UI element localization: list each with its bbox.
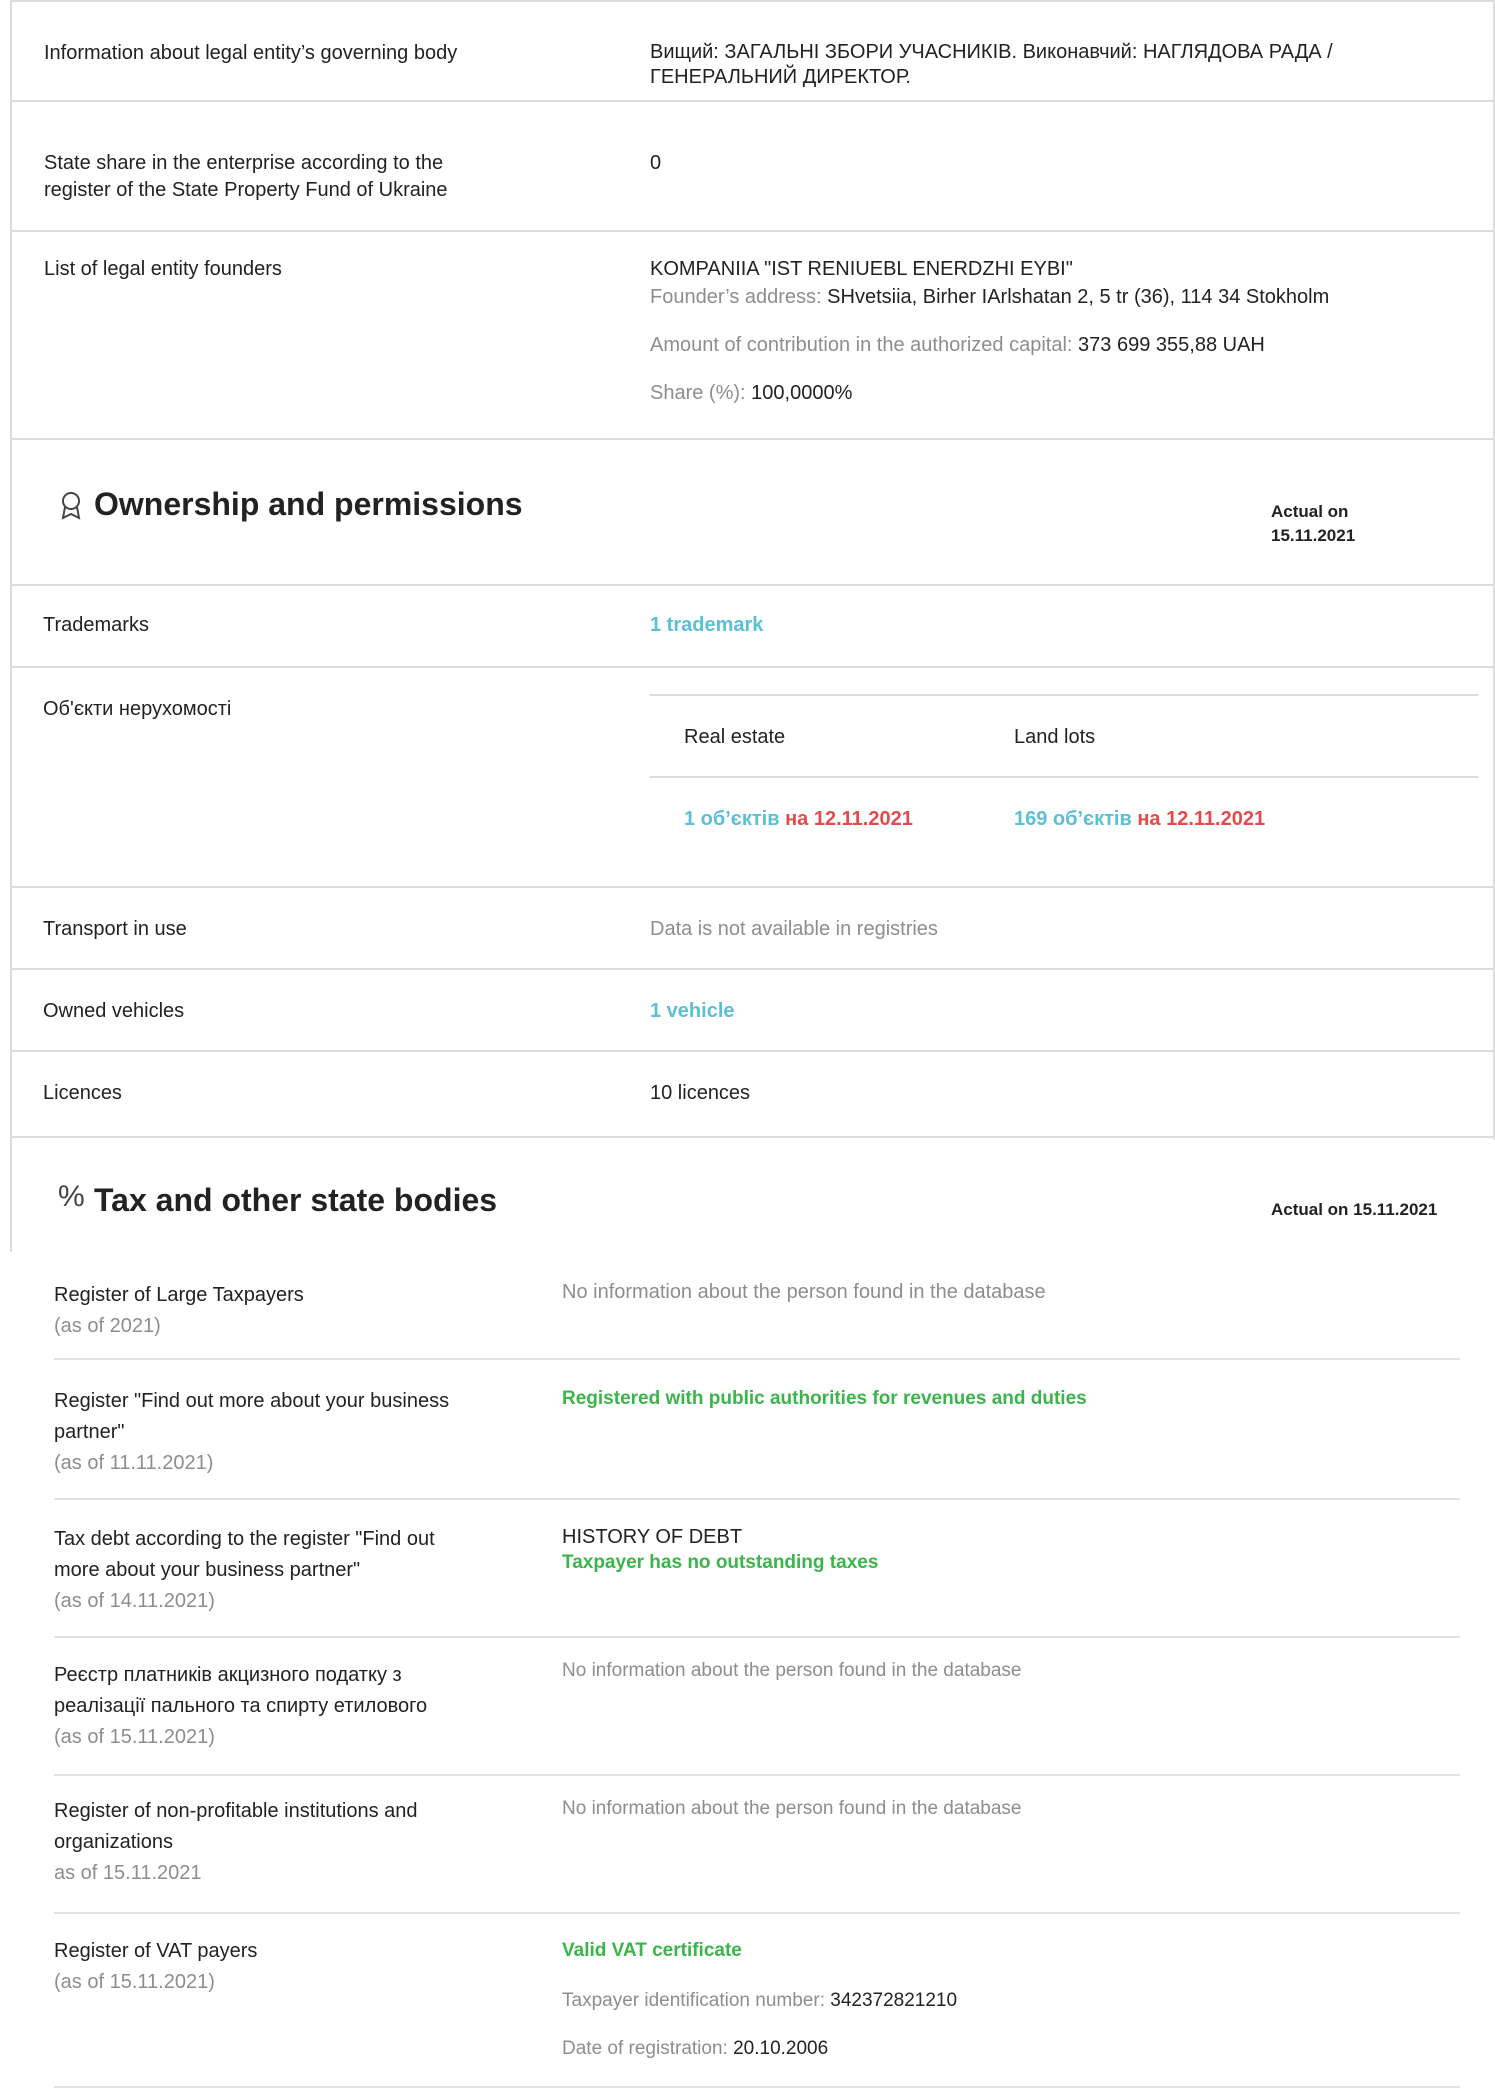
vehicles-link[interactable]: 1 vehicle bbox=[650, 998, 735, 1025]
vehicles-label: Owned vehicles bbox=[43, 1000, 185, 1022]
business-partner-label-line1: Register "Find out more about your busin… bbox=[54, 1390, 450, 1412]
tax-debt-label-line1: Tax debt according to the register "Find… bbox=[54, 1528, 435, 1550]
vat-register-row: Register of VAT payers (as of 15.11.2021… bbox=[54, 1914, 1460, 2088]
vehicles-row: Owned vehicles 1 vehicle bbox=[10, 970, 1495, 1052]
founder-contribution: Amount of contribution in the authorized… bbox=[650, 332, 1265, 359]
trademarks-row: Trademarks 1 trademark bbox=[10, 586, 1495, 668]
nonprofit-register-label-line2: organizations bbox=[54, 1831, 173, 1853]
contribution-label: Amount of contribution in the authorized… bbox=[650, 334, 1073, 356]
vat-date-value: 20.10.2006 bbox=[733, 2038, 829, 2059]
large-taxpayers-label-block: Register of Large Taxpayers (as of 2021) bbox=[54, 1280, 524, 1342]
founders-label: List of legal entity founders bbox=[44, 258, 282, 280]
business-partner-value: Registered with public authorities for r… bbox=[562, 1388, 1087, 1409]
governing-body-row: Information about legal entity’s governi… bbox=[10, 10, 1495, 102]
tax-debt-asof: (as of 14.11.2021) bbox=[54, 1590, 215, 1612]
governing-body-line2: ГЕНЕРАЛЬНИЙ ДИРЕКТОР. bbox=[650, 66, 911, 88]
state-share-label-line1: State share in the enterprise according … bbox=[44, 152, 444, 174]
nonprofit-register-asof: as of 15.11.2021 bbox=[54, 1862, 202, 1884]
business-partner-label-line2: partner" bbox=[54, 1421, 125, 1443]
vat-register-label-block: Register of VAT payers (as of 15.11.2021… bbox=[54, 1936, 524, 1998]
tax-debt-row: Tax debt according to the register "Find… bbox=[54, 1500, 1460, 1638]
excise-register-label-line1: Реєстр платників акцизного податку з bbox=[54, 1664, 402, 1686]
licences-row: Licences 10 licences bbox=[10, 1052, 1495, 1138]
tax-actual-date: Actual on 15.11.2021 bbox=[1271, 1200, 1438, 1219]
tax-debt-value: Taxpayer has no outstanding taxes bbox=[562, 1552, 879, 1573]
real-estate-mid-divider bbox=[650, 776, 1478, 778]
large-taxpayers-label: Register of Large Taxpayers bbox=[54, 1284, 304, 1306]
share-label: Share (%): bbox=[650, 382, 746, 404]
ownership-actual-date: Actual on 15.11.2021 bbox=[1271, 500, 1355, 548]
business-partner-label-block: Register "Find out more about your busin… bbox=[54, 1386, 524, 1479]
nonprofit-register-label-block: Register of non-profitable institutions … bbox=[54, 1796, 524, 1889]
state-share-value: 0 bbox=[650, 152, 662, 174]
large-taxpayers-value: No information about the person found in… bbox=[562, 1281, 1046, 1303]
tax-debt-label-block: Tax debt according to the register "Find… bbox=[54, 1524, 524, 1617]
nonprofit-register-label-line1: Register of non-profitable institutions … bbox=[54, 1800, 418, 1822]
real-estate-col-header: Real estate bbox=[684, 726, 786, 748]
founder-address-value: SHvetsiia, Birher IArlshatan 2, 5 tr (36… bbox=[827, 286, 1330, 308]
company-profile-page: Information about legal entity’s governi… bbox=[0, 0, 1495, 2096]
real-estate-label: Об'єкти нерухомості bbox=[43, 698, 232, 720]
award-icon bbox=[58, 490, 84, 527]
ownership-section-header: Ownership and permissions Actual on 15.1… bbox=[10, 440, 1495, 586]
licences-label: Licences bbox=[43, 1082, 122, 1104]
land-lots-count-cell[interactable]: 169 об’єктів на 12.11.2021 bbox=[1014, 806, 1265, 833]
vat-register-label: Register of VAT payers bbox=[54, 1940, 258, 1962]
real-estate-count-cell[interactable]: 1 об’єктів на 12.11.2021 bbox=[684, 806, 913, 833]
land-lots-col-header: Land lots bbox=[1014, 726, 1096, 748]
share-value: 100,0000% bbox=[751, 382, 853, 404]
founder-name: KOMPANIIA "IST RENIUEBL ENERDZHI EYBI" bbox=[650, 258, 1073, 280]
business-partner-asof: (as of 11.11.2021) bbox=[54, 1452, 214, 1474]
debt-history-title: HISTORY OF DEBT bbox=[562, 1526, 743, 1548]
large-taxpayers-asof: (as of 2021) bbox=[54, 1315, 161, 1337]
large-taxpayers-row: Register of Large Taxpayers (as of 2021)… bbox=[54, 1264, 1460, 1360]
contribution-value: 373 699 355,88 UAH bbox=[1078, 334, 1265, 356]
licences-value: 10 licences bbox=[650, 1082, 751, 1104]
founder-share: Share (%): 100,0000% bbox=[650, 380, 852, 407]
transport-value: Data is not available in registries bbox=[650, 918, 938, 940]
trademarks-label: Trademarks bbox=[43, 614, 149, 636]
real-estate-row: Об'єкти нерухомості Real estate Land lot… bbox=[10, 668, 1495, 888]
ownership-title: Ownership and permissions bbox=[94, 486, 523, 522]
real-estate-top-divider bbox=[650, 694, 1478, 696]
founder-address-label: Founder’s address: bbox=[650, 286, 822, 308]
vat-registration-date: Date of registration: 20.10.2006 bbox=[562, 2034, 828, 2063]
vat-register-value: Valid VAT certificate bbox=[562, 1940, 742, 1961]
trademarks-link[interactable]: 1 trademark bbox=[650, 612, 763, 639]
tax-debt-value-block: HISTORY OF DEBT Taxpayer has no outstand… bbox=[562, 1524, 878, 1576]
real-estate-count[interactable]: 1 об’єктів bbox=[684, 808, 780, 830]
tax-debt-label-line2: more about your business partner" bbox=[54, 1559, 361, 1581]
transport-row: Transport in use Data is not available i… bbox=[10, 888, 1495, 970]
transport-label: Transport in use bbox=[43, 918, 187, 940]
governing-body-line1: Вищий: ЗАГАЛЬНІ ЗБОРИ УЧАСНИКІВ. Виконав… bbox=[650, 41, 1333, 63]
founder-address: Founder’s address: SHvetsiia, Birher IAr… bbox=[650, 284, 1329, 311]
vat-date-label: Date of registration: bbox=[562, 2038, 728, 2059]
ownership-actual-line1: Actual on bbox=[1271, 502, 1349, 521]
business-partner-row: Register "Find out more about your busin… bbox=[54, 1360, 1460, 1500]
excise-register-asof: (as of 15.11.2021) bbox=[54, 1726, 215, 1748]
tax-section-header: % Tax and other state bodies Actual on 1… bbox=[10, 1140, 1495, 1252]
founders-row: List of legal entity founders KOMPANIIA … bbox=[10, 232, 1495, 440]
nonprofit-register-row: Register of non-profitable institutions … bbox=[54, 1776, 1460, 1914]
vat-register-asof: (as of 15.11.2021) bbox=[54, 1971, 215, 1993]
percent-icon: % bbox=[58, 1180, 85, 1213]
land-lots-date: на 12.11.2021 bbox=[1137, 808, 1266, 830]
excise-register-value: No information about the person found in… bbox=[562, 1660, 1022, 1681]
state-share-row: State share in the enterprise according … bbox=[10, 102, 1495, 232]
governing-body-value: Вищий: ЗАГАЛЬНІ ЗБОРИ УЧАСНИКІВ. Виконав… bbox=[650, 40, 1333, 90]
vat-tin: Taxpayer identification number: 34237282… bbox=[562, 1986, 957, 2015]
nonprofit-register-value: No information about the person found in… bbox=[562, 1798, 1022, 1819]
real-estate-date: на 12.11.2021 bbox=[785, 808, 913, 830]
excise-register-label-line2: реалізації пального та спирту етилового bbox=[54, 1695, 428, 1717]
tax-title: Tax and other state bodies bbox=[94, 1182, 498, 1218]
state-share-label: State share in the enterprise according … bbox=[44, 150, 448, 204]
state-share-label-line2: register of the State Property Fund of U… bbox=[44, 179, 448, 201]
land-lots-count[interactable]: 169 об’єктів bbox=[1014, 808, 1132, 830]
vat-tin-label: Taxpayer identification number: bbox=[562, 1990, 825, 2011]
excise-register-row: Реєстр платників акцизного податку з реа… bbox=[54, 1638, 1460, 1776]
vat-tin-value: 342372821210 bbox=[830, 1990, 958, 2011]
ownership-actual-line2: 15.11.2021 bbox=[1271, 526, 1356, 545]
excise-register-label-block: Реєстр платників акцизного податку з реа… bbox=[54, 1660, 524, 1753]
governing-body-label: Information about legal entity’s governi… bbox=[44, 42, 458, 64]
